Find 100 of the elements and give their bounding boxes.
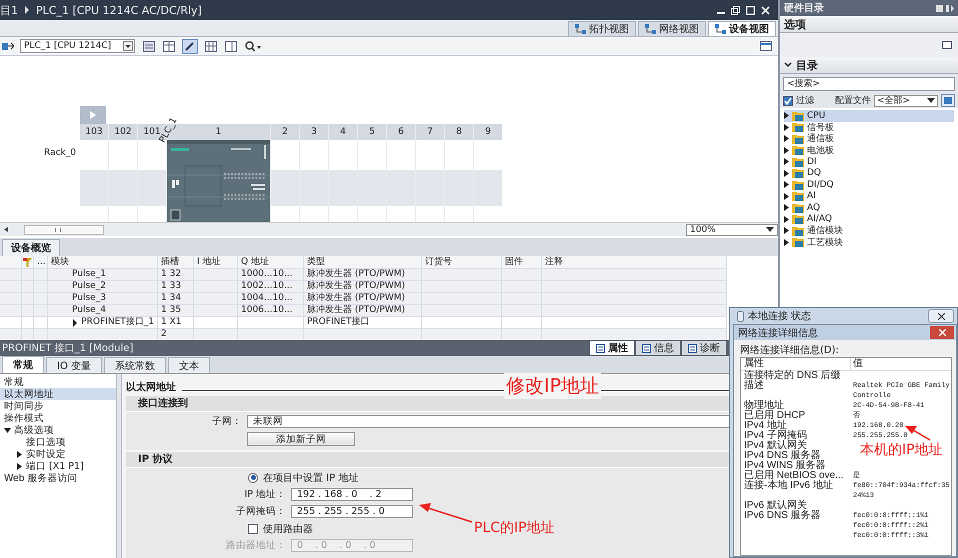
device-icon[interactable] — [2, 41, 14, 51]
tree-item[interactable]: 通信模块 — [784, 225, 954, 236]
radio-button[interactable] — [248, 472, 258, 482]
tree-item[interactable]: 信号板 — [784, 122, 954, 133]
tree-item[interactable]: 工艺模块 — [784, 236, 954, 248]
profile-dropdown[interactable]: <全部> — [874, 94, 938, 106]
panel-icon[interactable] — [225, 40, 237, 52]
ip-address-field[interactable]: 192 . 168 . 0 . 2 — [291, 488, 413, 501]
layout-icon[interactable] — [760, 41, 772, 51]
table-icon[interactable] — [163, 40, 175, 52]
zoom-dropdown[interactable]: 100% — [686, 224, 778, 236]
tree-item[interactable]: 电池板 — [784, 144, 954, 156]
breadcrumb-text[interactable]: PLC_1 [CPU 1214C AC/DC/Rly] — [36, 4, 202, 16]
tree-item[interactable]: DI/DQ — [784, 179, 954, 190]
nav-item[interactable]: 常规 — [0, 376, 116, 388]
tree-item[interactable]: AQ — [784, 202, 954, 214]
panel-title: 硬件目录 — [784, 2, 824, 15]
restore-icon[interactable] — [731, 6, 740, 14]
column-header[interactable]: ... — [34, 256, 48, 268]
device-dropdown[interactable]: PLC_1 [CPU 1214C] — [20, 39, 135, 53]
table-row[interactable]: Pulse_3 1 34 1004...10... 脉冲发生器 (PTO/PWM) — [0, 293, 727, 305]
panel-tab[interactable]: 信息 — [636, 341, 680, 355]
nav-item[interactable]: 操作模式 — [0, 412, 116, 424]
rack-label: Rack_0 — [43, 147, 77, 160]
window-title: 本地连接 状态 — [748, 310, 812, 323]
table-row[interactable]: PROFINET接口_1 1 X1 PROFINET接口 — [0, 317, 727, 329]
nav-item[interactable]: Web 服务器访问 — [0, 472, 116, 484]
tree-item[interactable]: 通信板 — [784, 133, 954, 144]
horizontal-scrollbar[interactable] — [24, 224, 104, 234]
tree-item[interactable]: CPU — [784, 110, 954, 122]
expand-icon[interactable] — [4, 426, 11, 434]
tab[interactable]: 文本 — [168, 357, 210, 373]
table-row[interactable]: 2 — [0, 329, 727, 340]
property-name: 连接-本地 IPv6 地址 — [744, 480, 833, 491]
folder-icon — [792, 180, 804, 190]
window-icon[interactable] — [942, 41, 952, 49]
column-header[interactable]: 注释 — [542, 256, 727, 268]
view-tab[interactable]: 拓扑视图 — [568, 21, 636, 36]
slot-number: 5 — [358, 124, 386, 140]
column-header[interactable]: 类型 — [304, 256, 422, 268]
section-header[interactable]: 目录 — [780, 57, 958, 74]
view-tab[interactable]: 设备视图 — [708, 21, 776, 36]
close-icon[interactable] — [761, 6, 770, 14]
table-row[interactable]: Pulse_2 1 33 1002...10... 脉冲发生器 (PTO/PWM) — [0, 281, 727, 293]
panel-buttons-icon[interactable] — [936, 4, 954, 12]
close-button[interactable] — [928, 309, 954, 323]
nav-item[interactable]: 实时设定 — [0, 448, 116, 460]
tab[interactable]: 常规 — [2, 356, 44, 373]
tree-item[interactable]: DQ — [784, 168, 954, 179]
column-header[interactable]: 属性 — [741, 358, 851, 370]
table-cell: 1 33 — [161, 281, 182, 292]
tree-item[interactable]: AI — [784, 190, 954, 202]
property-name: IPv4 地址 — [744, 420, 787, 431]
diagram-icon — [645, 24, 656, 34]
nav-item[interactable]: 接口选项 — [0, 436, 116, 448]
pencil-icon[interactable] — [183, 40, 197, 52]
nav-item[interactable]: 时间同步 — [0, 400, 116, 412]
tab[interactable]: IO 变量 — [46, 357, 102, 373]
table-row[interactable]: Pulse_4 1 35 1006...10... 脉冲发生器 (PTO/PWM) — [0, 305, 727, 317]
filter-checkbox[interactable] — [783, 96, 793, 106]
view-tab[interactable]: 网络视图 — [638, 21, 706, 36]
catalog-icon[interactable] — [941, 94, 955, 107]
subnet-mask-field[interactable]: 255 . 255 . 255 . 0 — [291, 505, 413, 518]
field-label: 子网掩码： — [235, 505, 286, 518]
expand-icon[interactable] — [16, 450, 23, 458]
table-cell: Pulse_1 — [72, 269, 106, 280]
diagram-icon — [715, 24, 726, 34]
table-row[interactable]: Pulse_1 1 32 1000...10... 脉冲发生器 (PTO/PWM) — [0, 269, 727, 281]
rack-icon[interactable] — [143, 40, 155, 52]
play-icon — [90, 111, 96, 119]
column-header[interactable]: 值 — [851, 358, 951, 370]
overview-tab[interactable]: 设备概览 — [2, 239, 60, 256]
tree-item[interactable]: AI/AQ — [784, 214, 954, 225]
column-header[interactable]: Q 地址 — [238, 256, 304, 268]
grid-icon[interactable] — [205, 40, 217, 52]
table-cell: 1002...10... — [241, 281, 293, 292]
column-header[interactable]: 插槽 — [158, 256, 194, 268]
add-subnet-button[interactable]: 添加新子网 — [247, 432, 355, 446]
panel-tab[interactable]: 诊断 — [682, 341, 726, 355]
search-field[interactable]: <搜索> — [783, 77, 955, 91]
maximize-icon[interactable] — [746, 6, 755, 14]
zoom-icon[interactable] — [245, 40, 261, 52]
nav-item[interactable]: 端口 [X1 P1] — [0, 460, 116, 472]
section-header[interactable]: 选项 — [780, 16, 958, 33]
column-header[interactable]: I 地址 — [194, 256, 238, 268]
router-checkbox[interactable] — [248, 524, 258, 534]
panel-tab[interactable]: 属性 — [590, 341, 634, 355]
close-button[interactable] — [930, 326, 954, 339]
breadcrumb-text[interactable]: 目1 — [0, 2, 18, 18]
expand-icon[interactable] — [16, 462, 23, 470]
tab[interactable]: 系统常数 — [104, 357, 166, 373]
expand-icon[interactable] — [72, 318, 78, 326]
nav-item[interactable]: 以太网地址 — [0, 388, 116, 400]
nav-item[interactable]: 高级选项 — [0, 424, 116, 436]
section-title: 目录 — [796, 58, 818, 72]
filter-icon[interactable] — [23, 258, 32, 266]
column-header[interactable]: 订货号 — [422, 256, 502, 268]
column-header[interactable]: 模块 — [48, 256, 158, 268]
tree-item[interactable]: DI — [784, 156, 954, 168]
column-header[interactable]: 固件 — [502, 256, 542, 268]
